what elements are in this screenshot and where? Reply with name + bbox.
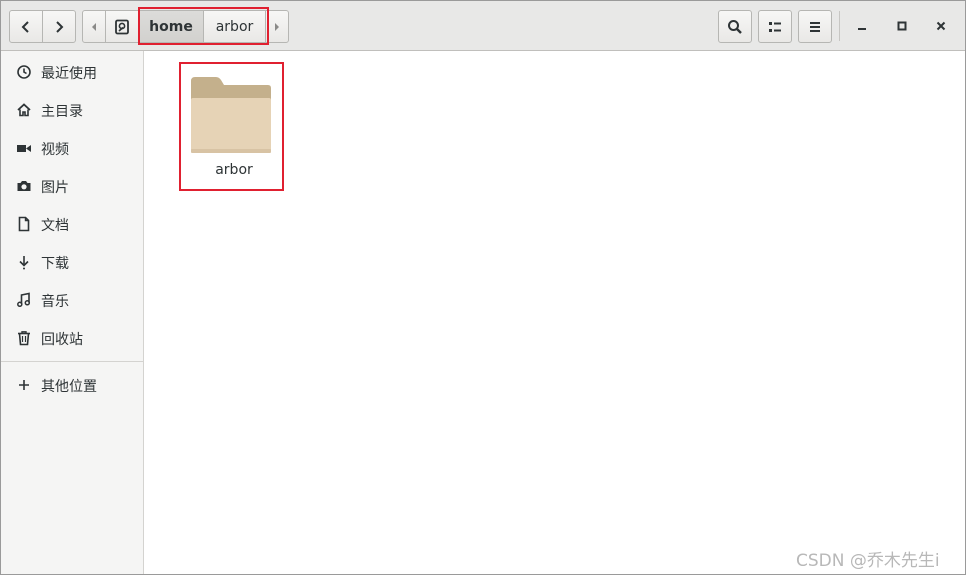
sidebar-item-trash[interactable]: 回收站 [1,321,143,355]
sidebar-item-videos[interactable]: 视频 [1,131,143,165]
search-icon [728,19,742,34]
document-icon [16,216,32,232]
path-root-button[interactable] [105,10,139,43]
view-toggle-button[interactable] [758,10,792,43]
sidebar-item-label: 回收站 [41,332,83,348]
navigation-buttons [9,10,76,43]
forward-button[interactable] [42,10,76,43]
chevron-right-icon [56,20,64,33]
header-bar: home arbor [1,1,965,51]
close-button[interactable] [928,13,954,39]
sidebar-item-recent[interactable]: 最近使用 [1,55,143,89]
sidebar-item-label: 其他位置 [41,379,97,395]
maximize-icon [897,21,907,31]
home-icon [16,102,32,118]
maximize-button[interactable] [889,13,915,39]
watermark: CSDN @乔木先生i [796,551,940,571]
sidebar-item-home[interactable]: 主目录 [1,93,143,127]
music-icon [16,292,32,308]
sidebar-item-label: 最近使用 [41,66,97,82]
search-button[interactable] [718,10,752,43]
camera-icon [16,178,32,194]
file-manager-window: home arbor 最近使用 主目录 视频 图片 文档 下载 音乐 回收站 其… [0,0,966,575]
sidebar: 最近使用 主目录 视频 图片 文档 下载 音乐 回收站 其他位置 [1,51,144,574]
path-bar: home arbor [82,10,289,43]
video-icon [16,140,32,156]
folder-icon [191,77,271,153]
path-scroll-right-button[interactable] [265,10,289,43]
download-icon [16,254,32,270]
folder-label: arbor [215,162,253,178]
path-scroll-left-button[interactable] [82,10,106,43]
sidebar-item-label: 视频 [41,142,69,158]
path-segment-arbor[interactable]: arbor [203,10,266,43]
triangle-right-icon [275,22,279,31]
menu-button[interactable] [798,10,832,43]
sidebar-item-label: 图片 [41,180,69,196]
list-view-icon [769,21,781,32]
chevron-left-icon [21,20,29,33]
path-segment-home[interactable]: home [138,10,204,43]
sidebar-item-label: 文档 [41,218,69,234]
folder-item-arbor[interactable]: arbor [184,65,284,191]
sidebar-item-other-locations[interactable]: 其他位置 [1,368,143,402]
sidebar-item-pictures[interactable]: 图片 [1,169,143,203]
hamburger-icon [810,21,820,32]
clock-icon [16,64,32,80]
sidebar-item-downloads[interactable]: 下载 [1,245,143,279]
plus-icon [16,377,32,393]
sidebar-item-music[interactable]: 音乐 [1,283,143,317]
trash-icon [16,330,32,346]
close-icon [936,21,946,31]
sidebar-item-label: 音乐 [41,294,69,310]
sidebar-item-label: 主目录 [41,104,83,120]
minimize-icon [858,28,866,30]
drive-icon [115,19,129,34]
minimize-button[interactable] [849,13,875,39]
back-button[interactable] [9,10,43,43]
triangle-left-icon [92,22,96,31]
header-separator [839,11,840,41]
sidebar-separator [1,361,143,362]
sidebar-item-documents[interactable]: 文档 [1,207,143,241]
file-view: arbor [144,51,965,574]
sidebar-item-label: 下载 [41,256,69,272]
